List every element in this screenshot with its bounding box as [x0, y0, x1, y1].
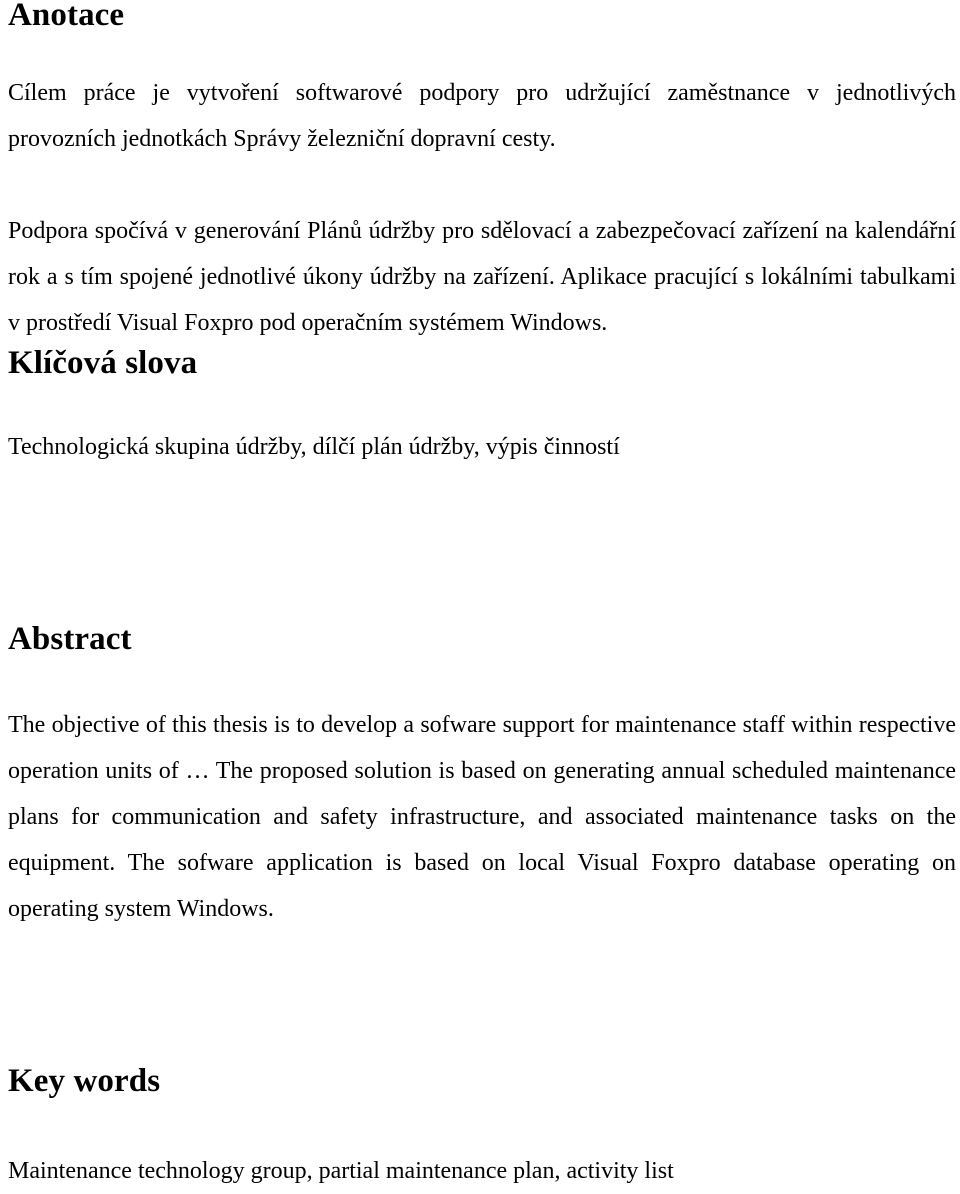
key-words-section: Key words [8, 1062, 160, 1100]
key-words-keywords: Maintenance technology group, partial ma… [8, 1158, 674, 1184]
key-words-heading: Key words [8, 1063, 161, 1099]
anotace-paragraph-2: Podpora spočívá v generování Plánů údržb… [8, 218, 956, 336]
key-words-body: Maintenance technology group, partial ma… [8, 1148, 956, 1194]
anotace-heading: Anotace [8, 0, 125, 33]
klicova-slova-keywords: Technologická skupina údržby, dílčí plán… [8, 434, 620, 460]
klicova-slova-heading: Klíčová slova [8, 345, 198, 381]
abstract-heading: Abstract [8, 621, 132, 657]
anotace-body: Cílem práce je vytvoření softwarové podp… [8, 70, 956, 346]
anotace-paragraph-1: Cílem práce je vytvoření softwarové podp… [8, 80, 956, 152]
document-page: Anotace Cílem práce je vytvoření softwar… [0, 0, 960, 1188]
abstract-paragraph: The objective of this thesis is to devel… [8, 712, 956, 922]
abstract-section: Abstract [8, 620, 132, 658]
klicova-slova-section: Klíčová slova [8, 344, 197, 382]
abstract-body: The objective of this thesis is to devel… [8, 702, 956, 932]
klicova-slova-body: Technologická skupina údržby, dílčí plán… [8, 424, 956, 470]
anotace-section: Anotace [8, 0, 124, 34]
